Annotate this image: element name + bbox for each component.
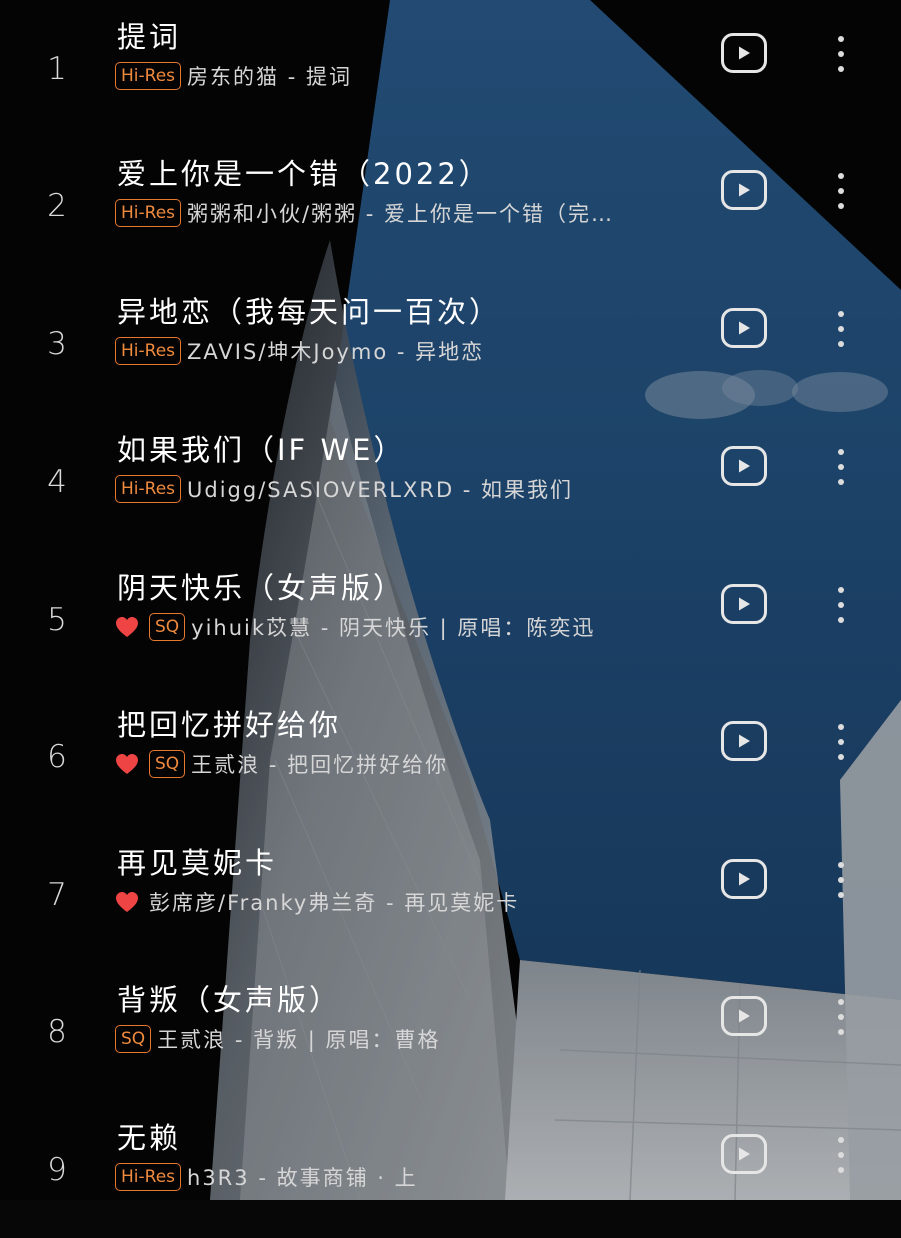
song-subtitle-line: SQ yihuik苡慧 - 阴天快乐 | 原唱：陈奕迅 — [115, 611, 595, 643]
song-artist-album: 粥粥和小伙/粥粥 - 爱上你是一个错（完… — [187, 202, 615, 226]
song-row[interactable]: 7 再见莫妮卡彭席彦/Franky弗兰奇 - 再见莫妮卡 — [0, 826, 901, 963]
song-index: 3 — [47, 325, 67, 362]
song-artist-album: yihuik苡慧 - 阴天快乐 | 原唱：陈奕迅 — [191, 616, 596, 640]
play-circle-icon[interactable] — [721, 721, 767, 761]
song-artist-album: ZAVIS/坤木Joymo - 异地恋 — [187, 340, 485, 364]
song-title: 无赖 — [117, 1121, 182, 1155]
play-circle-icon[interactable] — [721, 584, 767, 624]
song-row[interactable]: 6 把回忆拼好给你 SQ 王贰浪 - 把回忆拼好给你 — [0, 688, 901, 825]
quality-badge: SQ — [149, 750, 186, 778]
quality-badge: Hi-Res — [115, 199, 182, 227]
song-row[interactable]: 1 提词 Hi-Res 房东的猫 - 提词 — [0, 0, 901, 137]
song-artist-album: 彭席彦/Franky弗兰奇 - 再见莫妮卡 — [149, 891, 520, 915]
song-subtitle-line: 彭席彦/Franky弗兰奇 - 再见莫妮卡 — [115, 886, 519, 918]
play-circle-icon[interactable] — [721, 446, 767, 486]
quality-badge: SQ — [115, 1025, 152, 1053]
song-artist-album: h3R3 - 故事商铺 · 上 — [187, 1166, 418, 1190]
song-subtitle-line: SQ 王贰浪 - 把回忆拼好给你 — [115, 748, 448, 780]
song-title: 爱上你是一个错（2022） — [117, 157, 491, 191]
song-title: 背叛（女声版） — [117, 983, 342, 1017]
song-title: 再见莫妮卡 — [117, 846, 278, 880]
play-circle-icon[interactable] — [721, 1134, 767, 1174]
song-index: 2 — [47, 187, 67, 224]
song-list: 1 提词 Hi-Res 房东的猫 - 提词 2 爱上你是一个错（2022） Hi-Res 粥粥… — [0, 0, 901, 1200]
song-artist-album: 王贰浪 - 背叛 | 原唱：曹格 — [157, 1028, 441, 1052]
play-circle-icon[interactable] — [721, 996, 767, 1036]
song-index: 4 — [47, 463, 67, 500]
song-row[interactable]: 3 异地恋（我每天问一百次） Hi-Res ZAVIS/坤木Joymo - 异地恋 — [0, 275, 901, 412]
song-index: 9 — [47, 1151, 67, 1188]
heart-icon[interactable] — [115, 891, 139, 913]
song-row[interactable]: 9 无赖 Hi-Res h3R3 - 故事商铺 · 上 — [0, 1101, 901, 1238]
play-circle-icon[interactable] — [721, 33, 767, 73]
song-subtitle-line: Hi-Res 粥粥和小伙/粥粥 - 爱上你是一个错（完… — [115, 197, 614, 229]
more-vertical-icon[interactable] — [828, 997, 854, 1037]
song-title: 异地恋（我每天问一百次） — [117, 295, 502, 329]
quality-badge: Hi-Res — [115, 475, 182, 503]
song-artist-album: 王贰浪 - 把回忆拼好给你 — [191, 753, 449, 777]
heart-icon[interactable] — [115, 753, 139, 775]
more-vertical-icon[interactable] — [828, 34, 854, 74]
heart-icon[interactable] — [115, 616, 139, 638]
song-index: 1 — [47, 50, 67, 87]
quality-badge: Hi-Res — [115, 337, 182, 365]
more-vertical-icon[interactable] — [828, 1135, 854, 1175]
song-row[interactable]: 5 阴天快乐（女声版） SQ yihuik苡慧 - 阴天快乐 | 原唱：陈奕迅 — [0, 551, 901, 688]
song-subtitle-line: Hi-Res ZAVIS/坤木Joymo - 异地恋 — [115, 335, 484, 367]
song-title: 把回忆拼好给你 — [117, 708, 342, 742]
song-artist-album: 房东的猫 - 提词 — [187, 65, 352, 89]
song-subtitle-line: Hi-Res 房东的猫 - 提词 — [115, 60, 352, 92]
song-title: 如果我们（IF WE） — [117, 433, 406, 467]
more-vertical-icon[interactable] — [828, 722, 854, 762]
song-row[interactable]: 8 背叛（女声版） SQ 王贰浪 - 背叛 | 原唱：曹格 — [0, 963, 901, 1100]
song-row[interactable]: 2 爱上你是一个错（2022） Hi-Res 粥粥和小伙/粥粥 - 爱上你是一个错（完… — [0, 137, 901, 274]
song-subtitle-line: Hi-Res Udigg/SASIOVERLXRD - 如果我们 — [115, 473, 573, 505]
song-artist-album: Udigg/SASIOVERLXRD - 如果我们 — [187, 478, 574, 502]
quality-badge: Hi-Res — [115, 62, 182, 90]
song-index: 5 — [47, 601, 67, 638]
play-circle-icon[interactable] — [721, 308, 767, 348]
more-vertical-icon[interactable] — [828, 585, 854, 625]
song-index: 7 — [47, 876, 67, 913]
more-vertical-icon[interactable] — [828, 171, 854, 211]
song-row[interactable]: 4 如果我们（IF WE） Hi-Res Udigg/SASIOVERLXRD - 如… — [0, 413, 901, 550]
play-circle-icon[interactable] — [721, 859, 767, 899]
more-vertical-icon[interactable] — [828, 447, 854, 487]
quality-badge: Hi-Res — [115, 1163, 182, 1191]
more-vertical-icon[interactable] — [828, 309, 854, 349]
song-index: 6 — [47, 738, 67, 775]
song-subtitle-line: Hi-Res h3R3 - 故事商铺 · 上 — [115, 1161, 418, 1193]
song-title: 提词 — [117, 20, 182, 54]
song-subtitle-line: SQ 王贰浪 - 背叛 | 原唱：曹格 — [115, 1023, 441, 1055]
more-vertical-icon[interactable] — [828, 860, 854, 900]
play-circle-icon[interactable] — [721, 170, 767, 210]
song-title: 阴天快乐（女声版） — [117, 571, 406, 605]
song-index: 8 — [47, 1013, 67, 1050]
quality-badge: SQ — [149, 613, 186, 641]
